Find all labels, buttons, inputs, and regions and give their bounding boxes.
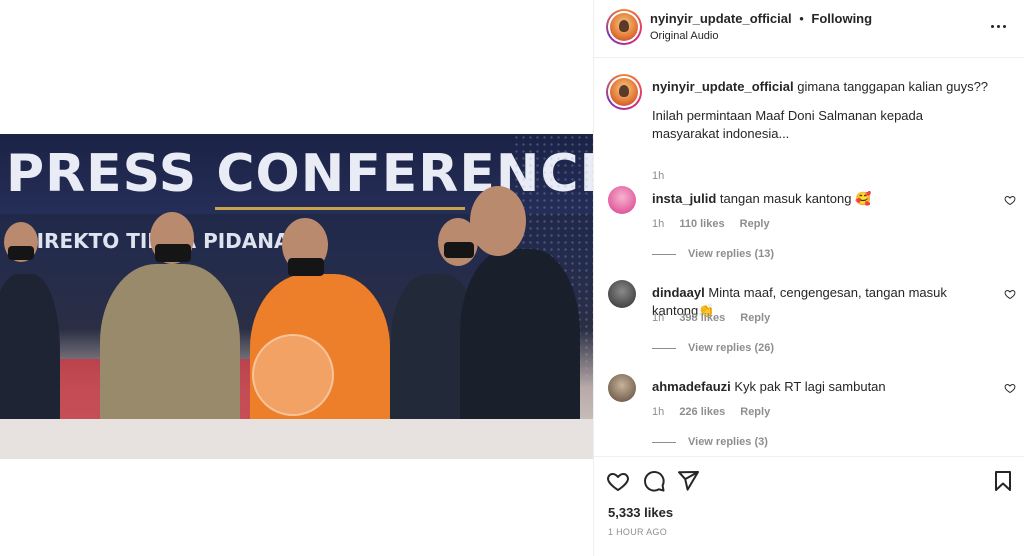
header-separator: • — [799, 11, 804, 26]
comment-likes[interactable]: 226 likes — [679, 406, 725, 418]
post-likes-count[interactable]: 5,333 likes — [608, 505, 673, 520]
comment-heart-icon[interactable] — [1004, 194, 1016, 206]
commenter-username[interactable]: ahmadefauzi — [652, 379, 731, 394]
action-bar: 5,333 likes 1 HOUR AGO — [594, 456, 1024, 556]
author-line: nyinyir_update_official • Following — [650, 11, 872, 26]
video-watermark — [252, 334, 334, 416]
comment-text: Kyk pak RT lagi sambutan — [734, 379, 886, 394]
comment-heart-icon[interactable] — [1004, 288, 1016, 300]
video-person-left-mask — [8, 246, 34, 260]
commenter-avatar[interactable] — [608, 374, 636, 402]
video-person-right1-mask — [444, 242, 474, 258]
caption-text: nyinyir_update_official gimana tanggapan… — [652, 78, 992, 143]
comment-icon[interactable] — [642, 469, 666, 493]
caption-line2: Inilah permintaan Maaf Doni Salmanan kep… — [652, 108, 924, 141]
follow-status-button[interactable]: Following — [811, 11, 872, 26]
comment-reply-button[interactable]: Reply — [740, 312, 770, 324]
view-replies-label: View replies (13) — [688, 248, 775, 260]
video-banner-line — [215, 207, 465, 210]
video-person-officer-mask — [155, 244, 191, 262]
comments-section[interactable]: nyinyir_update_official gimana tanggapan… — [594, 58, 1024, 456]
comment-body: insta_julid tangan masuk kantong 🥰 — [652, 190, 992, 208]
author-avatar-image — [610, 13, 638, 41]
post-timestamp: 1 HOUR AGO — [608, 527, 668, 537]
view-replies-button[interactable]: View replies (3) — [652, 436, 768, 448]
comment-meta: 1h 226 likes Reply — [652, 406, 782, 418]
video-table — [0, 419, 593, 459]
comment-likes[interactable]: 110 likes — [679, 218, 724, 230]
more-options-icon[interactable] — [991, 18, 1011, 34]
comment-reply-button[interactable]: Reply — [740, 406, 770, 418]
share-icon[interactable] — [676, 469, 700, 493]
commenter-username[interactable]: insta_julid — [652, 191, 716, 206]
commenter-avatar[interactable] — [608, 280, 636, 308]
video-player[interactable]: PRESS CONFERENCE DIREKTO TINDA PIDANA R — [0, 134, 593, 459]
view-replies-label: View replies (3) — [688, 436, 768, 448]
comment-time: 1h — [652, 312, 665, 324]
bookmark-icon[interactable] — [991, 469, 1015, 493]
replies-line — [652, 441, 676, 443]
comment-meta: 1h 398 likes Reply — [652, 312, 782, 324]
comment-likes[interactable]: 398 likes — [679, 312, 725, 324]
video-person-right2-head — [470, 186, 526, 256]
comment-meta: 1h 110 likes Reply — [652, 218, 782, 230]
caption-line1: gimana tanggapan kalian guys?? — [797, 79, 989, 94]
comment-time: 1h — [652, 406, 665, 418]
replies-line — [652, 253, 676, 255]
comment-heart-icon[interactable] — [1004, 382, 1016, 394]
comment-reply-button[interactable]: Reply — [740, 218, 770, 230]
video-person-suspect-mask — [288, 258, 324, 276]
author-avatar[interactable] — [606, 9, 642, 45]
commenter-avatar[interactable] — [608, 186, 636, 214]
caption-username[interactable]: nyinyir_update_official — [652, 79, 794, 94]
audio-label[interactable]: Original Audio — [650, 30, 719, 42]
heart-icon[interactable] — [606, 469, 630, 493]
comment-body: ahmadefauzi Kyk pak RT lagi sambutan — [652, 378, 992, 396]
author-username[interactable]: nyinyir_update_official — [650, 11, 792, 26]
caption-avatar-image — [610, 78, 638, 106]
replies-line — [652, 347, 676, 349]
commenter-username[interactable]: dindaayl — [652, 285, 705, 300]
view-replies-button[interactable]: View replies (26) — [652, 342, 774, 354]
caption-avatar[interactable] — [606, 74, 642, 110]
view-replies-button[interactable]: View replies (13) — [652, 248, 774, 260]
post-header: nyinyir_update_official • Following Orig… — [594, 0, 1024, 58]
comment-time: 1h — [652, 218, 665, 230]
post-panel: nyinyir_update_official • Following Orig… — [593, 0, 1024, 556]
comment-text: tangan masuk kantong 🥰 — [719, 191, 872, 206]
caption-time: 1h — [652, 170, 665, 182]
media-pane: PRESS CONFERENCE DIREKTO TINDA PIDANA R — [0, 0, 593, 556]
view-replies-label: View replies (26) — [688, 342, 775, 354]
